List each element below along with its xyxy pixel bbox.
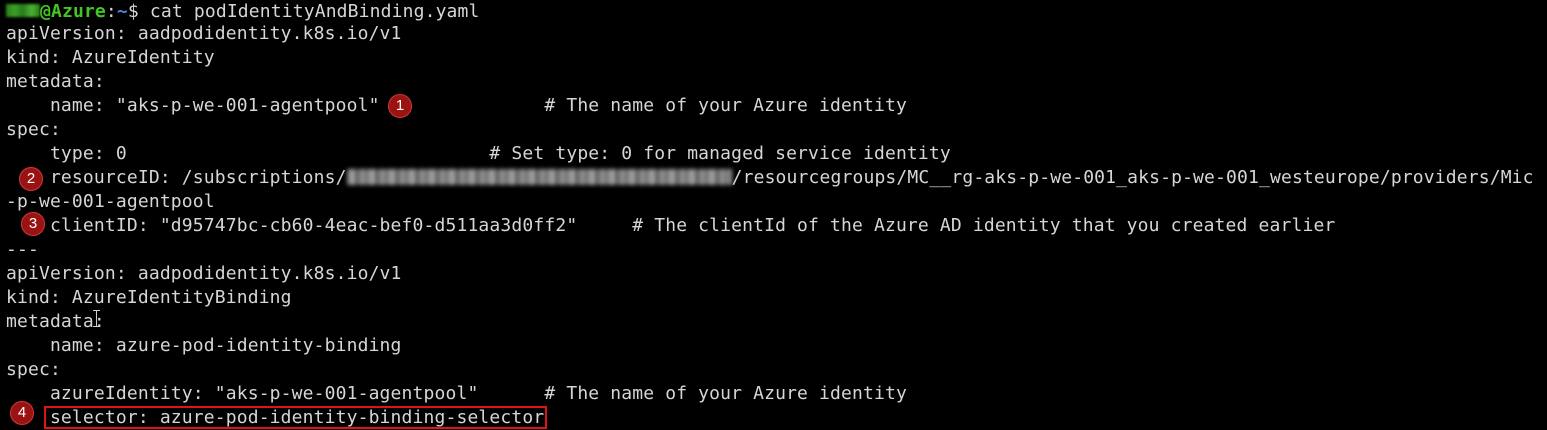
yaml-line: apiVersion: aadpodidentity.k8s.io/v1 [6, 23, 402, 44]
yaml-line: spec: [6, 119, 61, 140]
prompt-separator: : [105, 1, 117, 22]
yaml-line: resourceID: /subscriptions/ /resourcegrou… [6, 166, 1534, 190]
yaml-line: spec: [6, 359, 61, 380]
annotation-badge-1: 1 [388, 94, 412, 118]
yaml-line: clientID: "d95747bc-cb60-4eac-bef0-d511a… [6, 215, 1336, 236]
resource-id-prefix: resourceID: /subscriptions/ [6, 167, 347, 188]
redacted-username [6, 4, 40, 17]
annotation-badge-3: 3 [21, 212, 45, 236]
yaml-line: type: 0 # Set type: 0 for managed servic… [6, 143, 951, 164]
yaml-line: name: "aks-p-we-001-agentpool" # The nam… [6, 95, 907, 116]
yaml-line: kind: AzureIdentity [6, 47, 215, 68]
text-cursor-icon [93, 310, 100, 327]
terminal-window[interactable]: @Azure:~$ cat podIdentityAndBinding.yaml… [0, 0, 1547, 429]
prompt-path: ~ [116, 1, 128, 22]
yaml-line: apiVersion: aadpodidentity.k8s.io/v1 [6, 263, 402, 284]
prompt-line: @Azure:~$ cat podIdentityAndBinding.yaml [6, 0, 480, 24]
command-text: cat podIdentityAndBinding.yaml [138, 1, 480, 22]
prompt-host: @Azure [40, 1, 106, 22]
yaml-line: name: azure-pod-identity-binding [6, 335, 402, 356]
prompt-dollar: $ [127, 1, 139, 22]
annotation-badge-2: 2 [19, 167, 43, 191]
annotation-badge-4: 4 [10, 401, 34, 425]
yaml-line: kind: AzureIdentityBinding [6, 287, 292, 308]
yaml-line: azureIdentity: "aks-p-we-001-agentpool" … [6, 383, 907, 404]
resource-id-suffix: /resourcegroups/MC__rg-aks-p-we-001_aks-… [731, 167, 1534, 188]
redacted-subscription-id [346, 168, 732, 185]
yaml-line: metadata: [6, 311, 105, 332]
yaml-line: metadata: [6, 71, 105, 92]
selector-highlight-box [44, 406, 547, 429]
yaml-line: -p-we-001-agentpool [6, 191, 215, 212]
yaml-line: --- [6, 239, 39, 260]
